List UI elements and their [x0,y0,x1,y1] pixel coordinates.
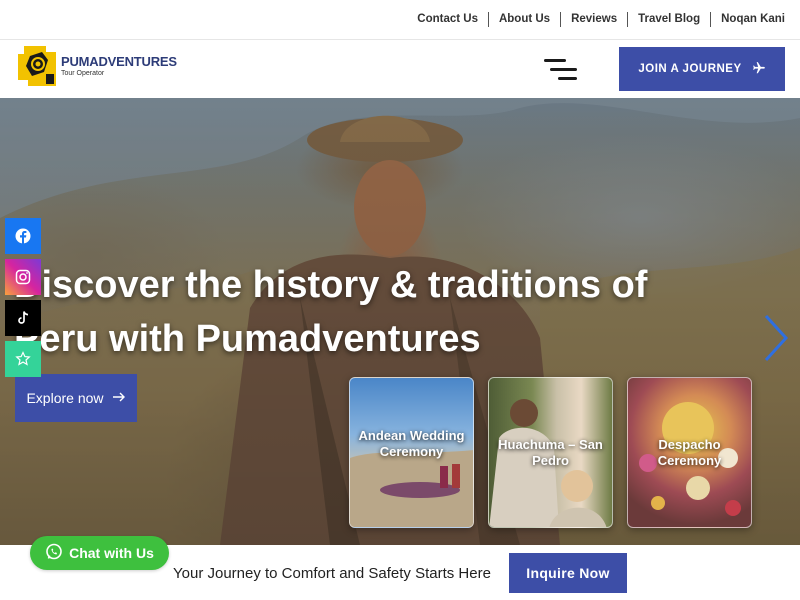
logo-subtitle: Tour Operator [61,70,105,77]
star-icon[interactable] [5,341,41,377]
tour-card-huachuma[interactable]: Huachuma – San Pedro [488,377,613,528]
explore-now-label: Explore now [26,390,104,406]
chevron-right-icon[interactable] [762,314,790,362]
top-utility-bar: Contact Us About Us Reviews Travel Blog … [0,0,800,40]
tour-card-despacho[interactable]: Despacho Ceremony [627,377,752,528]
hero-banner: Discover the history & traditions of Per… [0,98,800,545]
site-header: PUMADVENTURES Tour Operator JOIN A JOURN… [0,41,800,98]
nav-link-contact[interactable]: Contact Us [407,12,489,27]
social-sidebar [5,218,41,382]
logo-mark-icon [16,44,58,88]
nav-link-travel-blog[interactable]: Travel Blog [628,12,712,27]
join-journey-label: JOIN A JOURNEY [638,63,742,75]
join-journey-button[interactable]: JOIN A JOURNEY [619,47,785,91]
facebook-icon[interactable] [5,218,41,254]
logo-name: PUMADVENTURES [61,54,177,69]
nav-link-reviews[interactable]: Reviews [561,12,629,27]
tour-card-andean-wedding[interactable]: Andean Wedding Ceremony [349,377,474,528]
tour-card-label: Andean Wedding Ceremony [358,428,465,459]
tour-card-label: Huachuma – San Pedro [498,437,603,468]
nav-link-noqan-kani[interactable]: Noqan Kani [711,12,785,27]
tour-cards: Andean Wedding Ceremony Huachuma – San P… [349,377,752,528]
whatsapp-icon [45,543,63,564]
cta-tagline: Your Journey to Comfort and Safety Start… [173,565,491,582]
tiktok-icon[interactable] [5,300,41,336]
nav-link-about[interactable]: About Us [489,12,562,27]
inquire-now-button[interactable]: Inquire Now [509,553,627,593]
instagram-icon[interactable] [5,259,41,295]
tour-card-label: Despacho Ceremony [657,437,722,468]
arrow-right-icon [112,390,126,406]
hero-title: Discover the history & traditions of Per… [14,264,648,360]
chat-with-us-button[interactable]: Chat with Us [30,536,169,570]
chat-with-us-label: Chat with Us [69,545,154,561]
logo[interactable]: PUMADVENTURES Tour Operator [16,44,177,88]
top-nav: Contact Us About Us Reviews Travel Blog … [407,12,785,27]
menu-icon[interactable] [544,57,578,83]
plane-icon [752,61,766,78]
